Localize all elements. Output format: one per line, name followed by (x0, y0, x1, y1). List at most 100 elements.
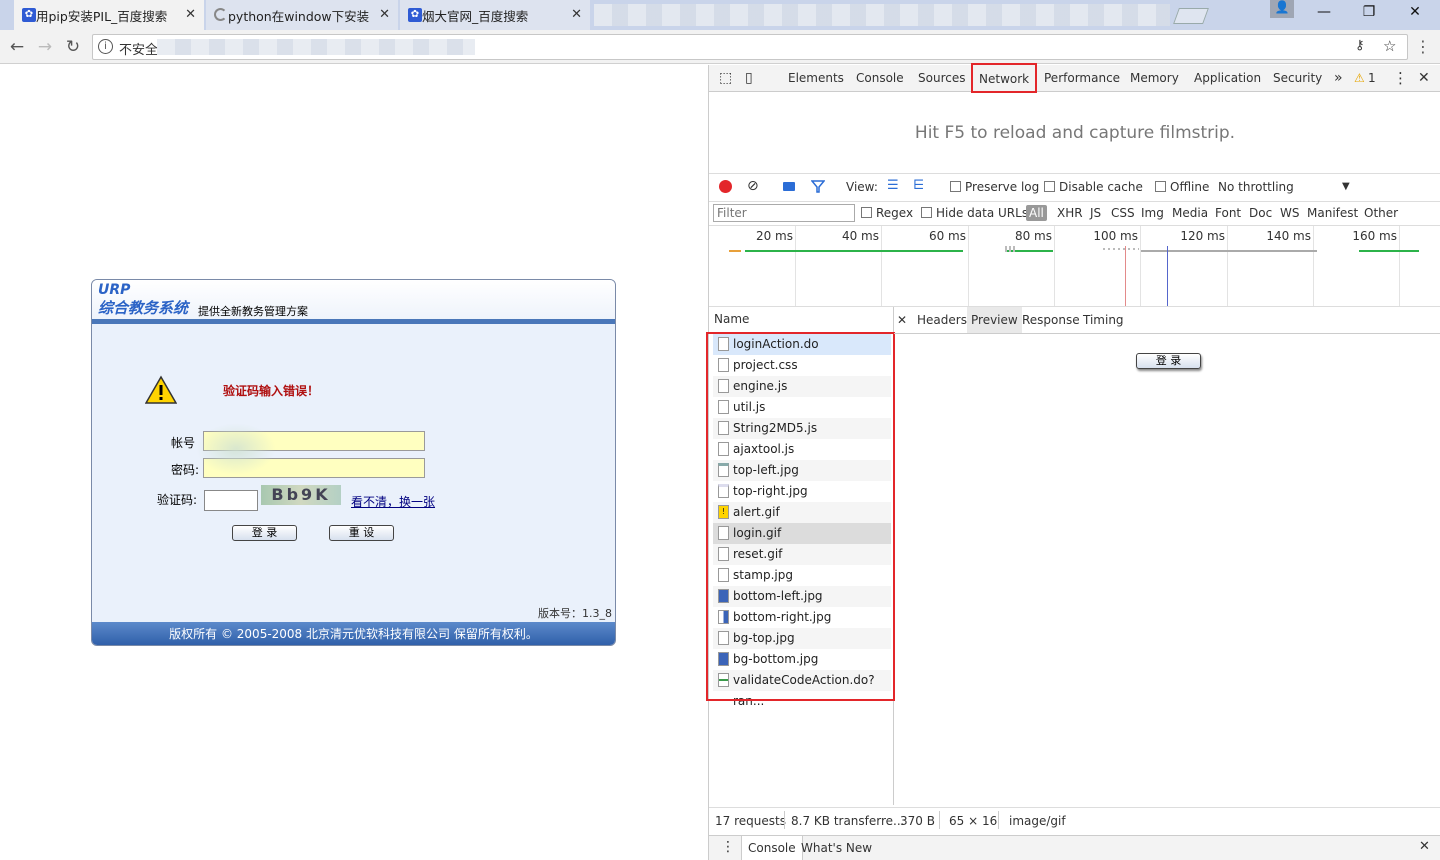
security-label: 不安全 (119, 43, 159, 58)
drawer-tab-whats-new[interactable]: What's New (801, 836, 872, 860)
hide-data-urls-checkbox[interactable]: Hide data URLs (921, 204, 1028, 222)
clear-icon[interactable]: ⊘ (747, 177, 759, 195)
close-devtools-icon[interactable]: ✕ (1418, 65, 1430, 92)
warning-icon (145, 375, 177, 404)
type-filter-xhr[interactable]: XHR (1057, 204, 1083, 222)
browser-tab-python-windows[interactable]: python在window下安装 ✕ (206, 0, 398, 30)
preserve-log-label: Preserve log (965, 180, 1040, 194)
preview-tab-response[interactable]: Response (1022, 307, 1080, 333)
tab-title: python在window下安装 (228, 8, 370, 24)
offline-checkbox[interactable]: Offline (1155, 178, 1209, 196)
browser-menu-icon[interactable]: ⋮ (1412, 36, 1434, 58)
type-filter-img[interactable]: Img (1141, 204, 1164, 222)
timeline-gridline (1313, 226, 1314, 306)
type-filter-doc[interactable]: Doc (1249, 204, 1272, 222)
checkbox-icon (921, 207, 932, 218)
captcha-input[interactable] (204, 490, 258, 511)
screenshot-camera-icon[interactable] (783, 182, 795, 191)
reload-icon[interactable]: ↻ (62, 36, 84, 58)
devtools-tab-application[interactable]: Application (1194, 65, 1261, 92)
type-filter-ws[interactable]: WS (1280, 204, 1299, 222)
type-filter-manifest[interactable]: Manifest (1307, 204, 1358, 222)
large-rows-icon[interactable]: ☰ (887, 177, 899, 195)
divider (894, 333, 1440, 334)
version-label: 版本号：1.3_8 (538, 607, 612, 620)
type-filter-all[interactable]: All (1026, 205, 1047, 221)
baidu-paw-icon: ✿ (408, 8, 422, 22)
devtools-tab-console[interactable]: Console (856, 65, 904, 92)
tab-title: 用pip安装PIL_百度搜索 (36, 8, 168, 24)
preview-tab-headers[interactable]: Headers (917, 307, 967, 333)
divider (998, 811, 999, 829)
devtools-tab-security[interactable]: Security (1273, 65, 1322, 92)
preview-tab-timing[interactable]: Timing (1083, 307, 1124, 333)
type-filter-other[interactable]: Other (1364, 204, 1398, 222)
drawer-menu-icon[interactable]: ⋮ (721, 839, 735, 855)
logo-urp: URP (98, 282, 131, 298)
close-tab-icon[interactable]: ✕ (185, 7, 196, 22)
key-icon[interactable]: ⚷ (1355, 38, 1365, 53)
browser-tab-pip-pil[interactable]: ✿ 用pip安装PIL_百度搜索 ✕ (14, 0, 204, 30)
timeline-bar (729, 250, 741, 252)
profile-avatar-icon[interactable]: 👤 (1270, 0, 1294, 18)
new-tab-button[interactable] (1173, 8, 1209, 24)
forward-arrow-icon[interactable]: → (34, 36, 56, 58)
close-preview-icon[interactable]: ✕ (897, 307, 907, 333)
captcha-image[interactable]: Bb9K (261, 485, 341, 505)
name-column-header[interactable]: Name (714, 312, 749, 326)
back-arrow-icon[interactable]: ← (6, 36, 28, 58)
filter-funnel-icon[interactable] (811, 179, 825, 193)
divider (709, 173, 1440, 174)
divider (784, 811, 785, 829)
warning-count[interactable]: 1 (1368, 65, 1376, 92)
preview-tab-preview[interactable]: Preview (967, 307, 1022, 333)
close-tab-icon[interactable]: ✕ (379, 7, 390, 22)
throttling-select[interactable]: No throttling ▼ (1218, 178, 1352, 196)
checkbox-icon (861, 207, 872, 218)
drawer-tab-console[interactable]: Console (741, 836, 803, 860)
waterfall-overview-icon[interactable]: ⋿ (913, 177, 924, 195)
reset-button[interactable]: 重 设 (329, 525, 394, 541)
bookmark-star-icon[interactable]: ☆ (1383, 37, 1396, 55)
regex-checkbox[interactable]: Regex (861, 204, 913, 222)
preserve-log-checkbox[interactable]: Preserve log (950, 178, 1039, 196)
devtools-tab-network[interactable]: Network (971, 63, 1038, 93)
load-event-marker (1125, 246, 1126, 306)
disable-cache-checkbox[interactable]: Disable cache (1044, 178, 1143, 196)
info-icon[interactable]: i (98, 39, 113, 54)
captcha-label: 验证码: (157, 493, 198, 507)
login-button[interactable]: 登 录 (232, 525, 297, 541)
more-tabs-icon[interactable]: » (1334, 65, 1343, 92)
type-filter-js[interactable]: JS (1090, 204, 1101, 222)
device-toolbar-icon[interactable]: ▯ (745, 65, 753, 92)
close-window-icon[interactable]: ✕ (1403, 4, 1427, 24)
refresh-captcha-link[interactable]: 看不清，换一张 (351, 493, 435, 510)
devtools-menu-icon[interactable]: ⋮ (1393, 65, 1408, 92)
devtools-panel: ⬚ ▯ Elements Console Sources Network Per… (706, 63, 1440, 860)
browser-tab-ytu[interactable]: ✿ 烟大官网_百度搜索 ✕ (400, 0, 590, 30)
devtools-tab-sources[interactable]: Sources (918, 65, 965, 92)
address-bar[interactable]: i 不安全 ⚷ ☆ (92, 34, 1408, 60)
close-tab-icon[interactable]: ✕ (571, 7, 582, 22)
timeline-tick-label: 100 ms (1093, 229, 1138, 243)
network-overview-timeline[interactable]: 20 ms 40 ms 60 ms 80 ms 100 ms 120 ms 14… (709, 226, 1440, 306)
status-dimensions: 65 × 16 (949, 814, 998, 828)
record-icon[interactable] (719, 180, 732, 193)
filter-input[interactable] (713, 204, 855, 222)
restore-window-icon[interactable]: ❐ (1357, 4, 1381, 24)
close-drawer-icon[interactable]: ✕ (1419, 839, 1430, 854)
checkbox-icon (1044, 181, 1055, 192)
devtools-tab-elements[interactable]: Elements (788, 65, 844, 92)
type-filter-media[interactable]: Media (1172, 204, 1208, 222)
type-filter-font[interactable]: Font (1215, 204, 1241, 222)
minimize-icon[interactable]: — (1312, 4, 1336, 24)
devtools-tab-memory[interactable]: Memory (1130, 65, 1179, 92)
warning-badge-icon[interactable]: ⚠ (1354, 65, 1365, 92)
timeline-bar (745, 250, 963, 252)
header-divider (92, 319, 615, 324)
loading-spinner-icon (214, 8, 227, 21)
inspect-element-icon[interactable]: ⬚ (719, 65, 732, 92)
timeline-gridline (881, 226, 882, 306)
type-filter-css[interactable]: CSS (1111, 204, 1135, 222)
devtools-tab-performance[interactable]: Performance (1044, 65, 1120, 92)
